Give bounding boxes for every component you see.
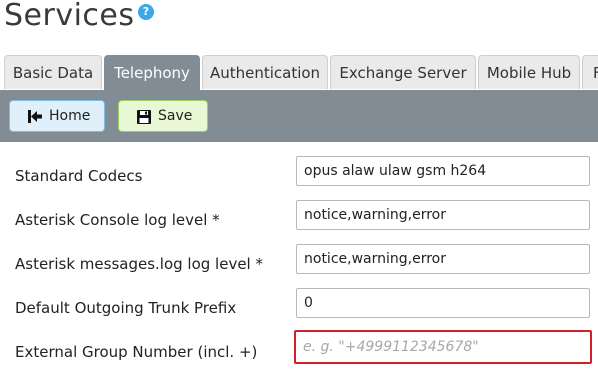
- field-label: Standard Codecs: [15, 167, 143, 185]
- field-label: Asterisk Console log level *: [15, 211, 220, 229]
- tab-mobile-hub[interactable]: Mobile Hub: [478, 55, 580, 89]
- form-row-trunk-prefix: Default Outgoing Trunk Prefix 0: [0, 288, 598, 332]
- form-row-console-log-level: Asterisk Console log level * notice,warn…: [0, 200, 598, 244]
- field-label: External Group Number (incl. +): [15, 343, 258, 361]
- tab-telephony[interactable]: Telephony: [104, 55, 200, 91]
- form-row-messages-log-level: Asterisk messages.log log level * notice…: [0, 244, 598, 288]
- field-label: Default Outgoing Trunk Prefix: [15, 299, 237, 317]
- tab-partial[interactable]: F: [582, 55, 598, 89]
- console-log-level-input[interactable]: notice,warning,error: [296, 200, 590, 230]
- standard-codecs-input[interactable]: opus alaw ulaw gsm h264: [296, 156, 590, 186]
- home-button-label: Home: [49, 108, 91, 124]
- tab-bar: Basic Data Telephony Authentication Exch…: [0, 55, 598, 91]
- save-button-label: Save: [158, 108, 193, 124]
- question-mark-icon[interactable]: ?: [138, 4, 154, 20]
- home-button[interactable]: Home: [9, 100, 105, 132]
- go-first-icon: [28, 110, 42, 123]
- page-title: Services: [4, 0, 135, 33]
- tab-basic-data[interactable]: Basic Data: [4, 55, 102, 89]
- toolbar: Home Save: [0, 90, 598, 142]
- floppy-disk-icon: [137, 110, 151, 124]
- field-label: Asterisk messages.log log level *: [15, 255, 263, 273]
- trunk-prefix-input[interactable]: 0: [296, 288, 590, 318]
- save-button[interactable]: Save: [118, 100, 208, 132]
- messages-log-level-input[interactable]: notice,warning,error: [296, 244, 590, 274]
- tab-authentication[interactable]: Authentication: [202, 55, 328, 89]
- tab-exchange-server[interactable]: Exchange Server: [330, 55, 476, 89]
- external-group-number-input[interactable]: e. g. "+4999112345678": [294, 330, 592, 364]
- form-row-standard-codecs: Standard Codecs opus alaw ulaw gsm h264: [0, 156, 598, 200]
- form-row-external-group-number: External Group Number (incl. +) e. g. "+…: [0, 330, 598, 376]
